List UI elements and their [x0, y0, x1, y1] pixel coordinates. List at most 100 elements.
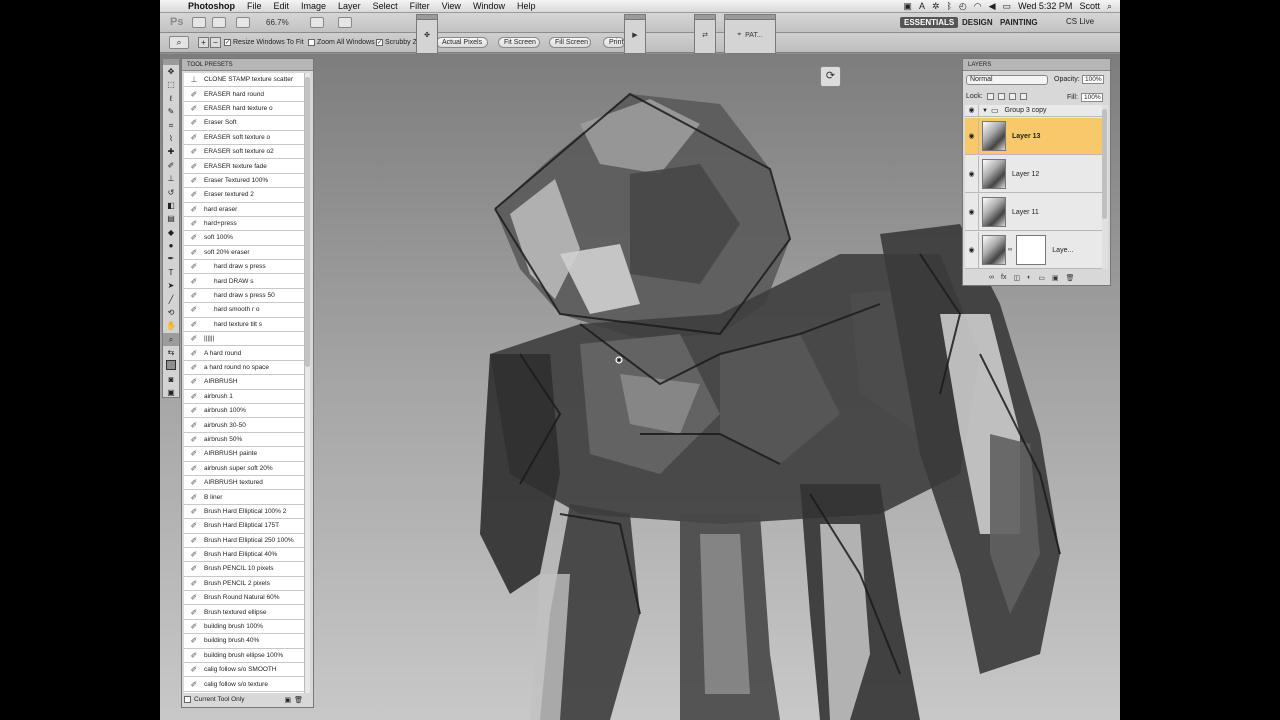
preset-item[interactable]: ✐ airbrush 50% — [184, 433, 305, 448]
preset-item[interactable]: ✐ building brush 100% — [184, 620, 305, 635]
quick-mask-icon[interactable]: ◙ — [163, 373, 179, 386]
layers-scroll-thumb[interactable] — [1102, 109, 1107, 219]
layers-tab[interactable]: LAYERS — [963, 59, 1110, 71]
screen-mode-button[interactable] — [338, 17, 352, 28]
presets-scroll-thumb[interactable] — [305, 77, 310, 367]
blend-mode-select[interactable]: Normal — [966, 75, 1048, 85]
eraser-tool-icon[interactable]: ◧ — [163, 199, 179, 212]
preset-item[interactable]: ✐ soft 100% — [184, 231, 305, 246]
preset-item[interactable]: ✐ airbrush 30-50 — [184, 418, 305, 433]
preset-item[interactable]: ✐ Eraser textured 2 — [184, 188, 305, 203]
cs-live-button[interactable]: CS Live — [1066, 17, 1094, 26]
user-name[interactable]: Scott — [1079, 1, 1100, 11]
move-tool-icon[interactable]: ✥ — [163, 65, 179, 78]
preset-item[interactable]: ✐ |||||| — [184, 332, 305, 347]
preset-item[interactable]: ✐ Brush textured ellipse — [184, 605, 305, 620]
zoom-tool-icon[interactable]: ⌕ — [163, 332, 179, 347]
menu-edit[interactable]: Edit — [268, 1, 296, 11]
wifi-icon[interactable]: ◠ — [974, 1, 982, 12]
lasso-tool-icon[interactable]: ℓ — [163, 92, 179, 105]
paths-dock[interactable]: ⌖ PAT... — [724, 14, 776, 54]
dodge-tool-icon[interactable]: ● — [163, 239, 179, 252]
preset-item[interactable]: ✐ hard smooth r o — [184, 303, 305, 318]
foreground-color-swatch[interactable] — [163, 359, 179, 373]
menu-layer[interactable]: Layer — [332, 1, 367, 11]
pen-tool-icon[interactable]: ✒ — [163, 252, 179, 265]
preset-item[interactable]: ✐ Brush Hard Elliptical 40% — [184, 548, 305, 563]
zoom-tool-preset-icon[interactable]: ⌕ — [169, 36, 189, 49]
preset-item[interactable]: ✐ Brush Round Natural 60% — [184, 591, 305, 606]
lock-position-icon[interactable] — [1008, 93, 1016, 100]
adjust-dock[interactable]: ⇄ — [694, 14, 716, 54]
fit-screen-button[interactable]: Fit Screen — [498, 37, 540, 48]
play-action-icon[interactable]: ▶ — [625, 20, 645, 50]
new-layer-icon[interactable]: ▣ — [1052, 274, 1059, 282]
adjustments-icon[interactable]: ⇄ — [695, 20, 715, 50]
preset-item[interactable]: ✐ Eraser Textured 100% — [184, 174, 305, 189]
current-tool-only-checkbox[interactable]: Current Tool Only ▣ 🗑 — [184, 694, 311, 705]
presets-scrollbar[interactable] — [304, 73, 310, 693]
preset-item[interactable]: ✐ building brush ellipse 100% — [184, 649, 305, 664]
menu-help[interactable]: Help — [511, 1, 542, 11]
zoom-all-windows-checkbox[interactable]: Zoom All Windows — [308, 39, 375, 46]
preset-item[interactable]: ✐ AIRBRUSH — [184, 375, 305, 390]
zoom-in-icon[interactable]: + — [198, 37, 209, 48]
preset-item[interactable]: ✐ a hard round no space — [184, 361, 305, 376]
layer-row-12[interactable]: ◉ Layer 12 — [965, 156, 1103, 193]
bridge-button[interactable] — [192, 17, 206, 28]
preset-item[interactable]: ✐ soft 20% eraser — [184, 246, 305, 261]
print-size-button[interactable]: Print — [603, 37, 625, 48]
fill-screen-button[interactable]: Fill Screen — [549, 37, 591, 48]
preset-item[interactable]: ✐ B liner — [184, 490, 305, 505]
battery-icon[interactable]: ▭ — [1003, 1, 1012, 12]
visibility-eye-icon[interactable]: ◉ — [965, 194, 979, 230]
lock-all-icon[interactable] — [1019, 93, 1027, 100]
type-tool-icon[interactable]: T — [163, 266, 179, 279]
lock-transparent-icon[interactable] — [986, 93, 994, 100]
path-select-icon[interactable]: ➤ — [163, 279, 179, 292]
menu-image[interactable]: Image — [295, 1, 332, 11]
visibility-eye-icon[interactable]: ◉ — [965, 156, 979, 192]
spotlight-search-icon[interactable]: ⌕ — [1107, 1, 1112, 12]
menu-view[interactable]: View — [436, 1, 467, 11]
current-tool-only-box[interactable] — [184, 696, 191, 703]
preset-item[interactable]: ✐ Brush PENCIL 10 pixels — [184, 562, 305, 577]
arrange-documents-button[interactable] — [310, 17, 324, 28]
blur-tool-icon[interactable]: ◆ — [163, 226, 179, 239]
time-machine-icon[interactable]: ◴ — [959, 1, 967, 12]
layer-row-13[interactable]: ◉ Layer 13 — [965, 118, 1103, 155]
mask-link-icon[interactable]: ∞ — [1008, 247, 1012, 253]
layer-row-masked[interactable]: ◉ ∞ Laye... — [965, 232, 1103, 269]
preset-item[interactable]: ✐ airbrush super soft 20% — [184, 462, 305, 476]
tool-presets-tab[interactable]: TOOL PRESETS — [182, 59, 313, 71]
preset-item[interactable]: ✐ airbrush 100% — [184, 404, 305, 419]
sync-icon[interactable]: ✲ — [932, 1, 940, 12]
menu-file[interactable]: File — [241, 1, 268, 11]
layer-row-11[interactable]: ◉ Layer 11 — [965, 194, 1103, 231]
layer-group-row[interactable]: ◉ ▼ ▭ Group 3 copy — [965, 105, 1103, 117]
checkbox-scrubby-box[interactable]: ✓ — [376, 39, 383, 46]
preset-item[interactable]: ✐ AIRBRUSH painte — [184, 447, 305, 462]
paths-collapsed-panel[interactable]: ⌖ PAT... — [725, 20, 775, 50]
adobe-icon[interactable]: A — [919, 1, 925, 11]
minibridge-button[interactable] — [212, 17, 226, 28]
volume-icon[interactable]: ◀ — [989, 1, 996, 12]
crop-tool-icon[interactable]: ⌗ — [163, 119, 179, 132]
screen-mode-icon[interactable]: ▣ — [163, 386, 179, 399]
marquee-tool-icon[interactable]: ⬚ — [163, 78, 179, 91]
view-extras-button[interactable] — [236, 17, 250, 28]
preset-item[interactable]: ✐ Eraser Soft — [184, 116, 305, 131]
preset-item[interactable]: ✐ ERASER hard texture o — [184, 102, 305, 117]
layer-mask-thumbnail[interactable] — [1016, 235, 1047, 265]
clock[interactable]: Wed 5:32 PM — [1018, 1, 1072, 11]
swap-colors-icon[interactable]: ⇆ — [163, 346, 179, 359]
menu-window[interactable]: Window — [467, 1, 511, 11]
visibility-eye-icon[interactable]: ◉ — [965, 232, 979, 268]
gradient-tool-icon[interactable]: ▤ — [163, 212, 179, 225]
shape-tool-icon[interactable]: ╱ — [163, 293, 179, 306]
hand-tool-icon[interactable]: ✋ — [163, 319, 179, 332]
preset-item[interactable]: ✐ hard draw s press — [184, 260, 305, 275]
preset-item[interactable]: ✐ ERASER texture fade — [184, 159, 305, 174]
checkbox-resize-box[interactable]: ✓ — [224, 39, 231, 46]
add-mask-icon[interactable]: ◫ — [1013, 274, 1020, 282]
